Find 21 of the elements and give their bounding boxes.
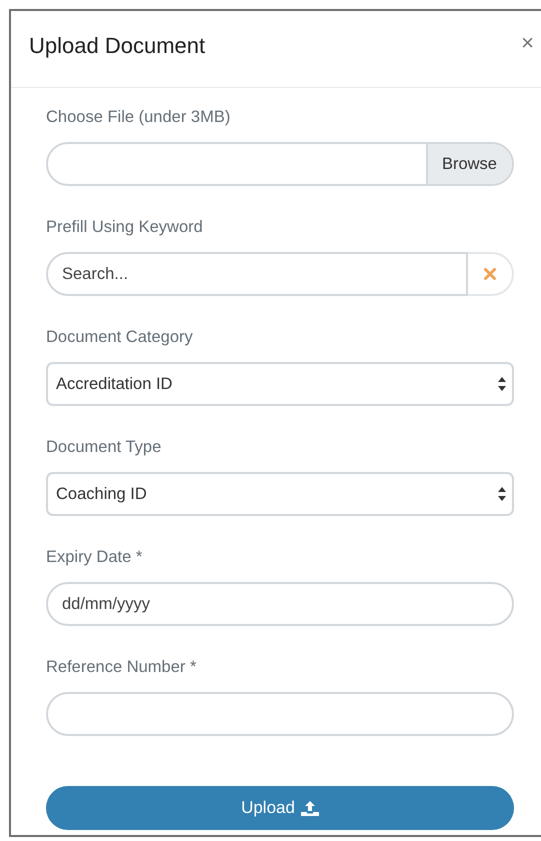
- browse-button[interactable]: Browse: [426, 144, 512, 184]
- search-field[interactable]: Search...: [46, 252, 468, 296]
- upload-button[interactable]: Upload: [46, 786, 514, 830]
- updown-icon: [498, 487, 506, 501]
- input-field[interactable]: [46, 692, 514, 736]
- field-label: Document Type: [46, 438, 162, 458]
- upload-icon: [300, 800, 319, 816]
- dropdown-field[interactable]: Accreditation ID: [46, 362, 514, 406]
- clear-button[interactable]: [468, 252, 514, 296]
- field-label: Document Category: [46, 328, 194, 348]
- close-button[interactable]: ×: [521, 32, 534, 54]
- input-field[interactable]: dd/mm/yyyy: [46, 582, 514, 626]
- field-label: Expiry Date *: [46, 548, 144, 568]
- dropdown-field[interactable]: Coaching ID: [46, 472, 514, 516]
- updown-icon: [498, 377, 506, 391]
- dialog-title: Upload Document: [29, 33, 206, 59]
- field-label: Choose File (under 3MB): [46, 108, 232, 128]
- file-field[interactable]: Browse: [46, 142, 514, 186]
- field-label: Reference Number *: [46, 658, 198, 678]
- clear-icon: [484, 268, 496, 280]
- field-label: Prefill Using Keyword: [46, 218, 204, 238]
